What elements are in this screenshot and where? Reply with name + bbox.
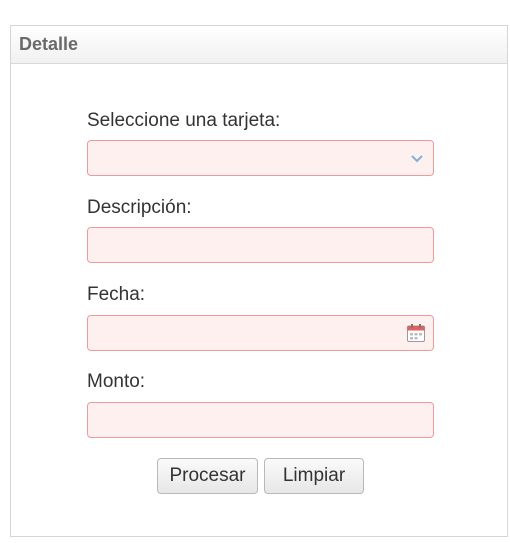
card-select[interactable]	[87, 140, 434, 176]
clear-button[interactable]: Limpiar	[264, 458, 364, 494]
panel-title: Detalle	[11, 26, 507, 64]
chevron-down-icon[interactable]	[409, 151, 425, 165]
date-input[interactable]	[87, 315, 434, 351]
card-label: Seleccione una tarjeta:	[87, 110, 281, 131]
detail-panel: Detalle Seleccione una tarjeta: Descripc…	[10, 25, 508, 537]
date-label: Fecha:	[87, 284, 146, 305]
amount-label: Monto:	[87, 371, 146, 392]
description-input[interactable]	[87, 227, 434, 263]
process-button[interactable]: Procesar	[157, 458, 258, 494]
amount-input[interactable]	[87, 402, 434, 438]
calendar-icon[interactable]	[406, 323, 426, 343]
description-label: Descripción:	[87, 197, 192, 218]
